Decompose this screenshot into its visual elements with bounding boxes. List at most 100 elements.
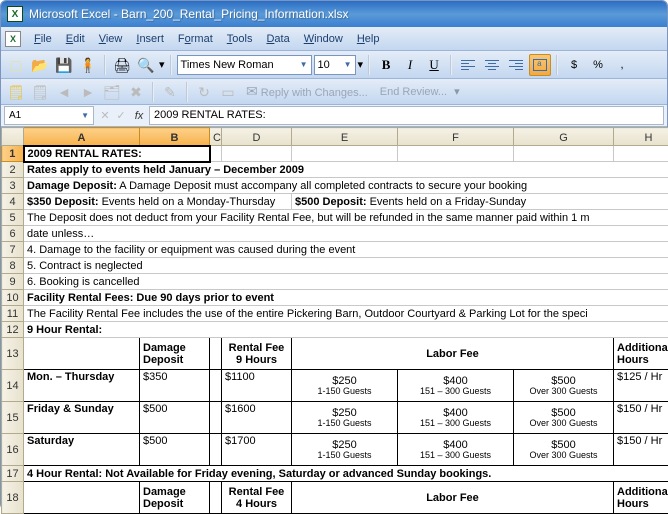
menu-insert[interactable]: Insert — [129, 30, 171, 48]
cell-A16[interactable]: Saturday — [24, 434, 140, 466]
cell-B14[interactable]: $350 — [140, 370, 210, 402]
cell-D13[interactable]: Rental Fee 9 Hours — [222, 338, 292, 370]
row-header[interactable]: 4 — [2, 194, 24, 210]
font-name-select[interactable]: Times New Roman▼ — [177, 55, 312, 75]
overflow-dropdown[interactable]: ▾ — [159, 58, 165, 71]
cell-F14[interactable]: $400151 – 300 Guests — [398, 370, 514, 402]
row-header[interactable]: 3 — [2, 178, 24, 194]
cell-A10[interactable]: Facility Rental Fees: Due 90 days prior … — [24, 290, 668, 306]
cell-A5[interactable]: The Deposit does not deduct from your Fa… — [24, 210, 668, 226]
cell-G14[interactable]: $500Over 300 Guests — [514, 370, 614, 402]
cell-A12[interactable]: 9 Hour Rental: — [24, 322, 668, 338]
fx-icon[interactable]: fx — [129, 106, 149, 125]
col-header-E[interactable]: E — [292, 128, 398, 146]
col-header-F[interactable]: F — [398, 128, 514, 146]
cell-D15[interactable]: $1600 — [222, 402, 292, 434]
permission-button[interactable]: 🧍 — [77, 54, 99, 76]
col-header-D[interactable]: D — [222, 128, 292, 146]
workbook-icon[interactable]: X — [5, 31, 21, 47]
row-header[interactable]: 8 — [2, 258, 24, 274]
cell-H18[interactable]: Additional Hours — [614, 482, 668, 514]
cell-H13[interactable]: Additional Hours — [614, 338, 668, 370]
menu-help[interactable]: Help — [350, 30, 387, 48]
cell-A11[interactable]: The Facility Rental Fee includes the use… — [24, 306, 668, 322]
cell-E15[interactable]: $2501-150 Guests — [292, 402, 398, 434]
row-header[interactable]: 16 — [2, 434, 24, 466]
currency-button[interactable]: $ — [563, 54, 585, 76]
col-header-A[interactable]: A — [24, 128, 140, 146]
bold-button[interactable]: B — [375, 54, 397, 76]
row-header[interactable]: 6 — [2, 226, 24, 242]
row-header[interactable]: 12 — [2, 322, 24, 338]
overflow-dropdown[interactable]: ▾ — [358, 58, 364, 71]
cell-A4[interactable]: $350 Deposit: Events held on a Monday-Th… — [24, 194, 292, 210]
menu-view[interactable]: View — [92, 30, 130, 48]
cell-A8[interactable]: 5. Contract is neglected — [24, 258, 668, 274]
row-header[interactable]: 18 — [2, 482, 24, 514]
accept-change-button[interactable]: ▭ — [217, 81, 239, 103]
row-header[interactable]: 10 — [2, 290, 24, 306]
cell-A18[interactable] — [24, 482, 140, 514]
cell-H16[interactable]: $150 / Hr — [614, 434, 668, 466]
cell-D18[interactable]: Rental Fee 4 Hours — [222, 482, 292, 514]
cell-B15[interactable]: $500 — [140, 402, 210, 434]
prev-comment-button[interactable]: ◄ — [53, 81, 75, 103]
menu-tools[interactable]: Tools — [220, 30, 260, 48]
row-header[interactable]: 14 — [2, 370, 24, 402]
cell-E16[interactable]: $2501-150 Guests — [292, 434, 398, 466]
cell-E14[interactable]: $2501-150 Guests — [292, 370, 398, 402]
print-preview-button[interactable]: 🔍 — [135, 54, 157, 76]
reply-with-changes-button[interactable]: ✉ Reply with Changes... — [241, 84, 373, 99]
merge-center-button[interactable] — [529, 54, 551, 76]
new-comment-button[interactable]: 🗒 — [5, 81, 27, 103]
formula-input[interactable]: 2009 RENTAL RATES: — [149, 106, 664, 125]
cell-H15[interactable]: $150 / Hr — [614, 402, 668, 434]
cell-E18[interactable]: Labor Fee — [292, 482, 614, 514]
row-header[interactable]: 7 — [2, 242, 24, 258]
percent-button[interactable]: % — [587, 54, 609, 76]
align-left-button[interactable] — [457, 54, 479, 76]
menu-file[interactable]: File — [27, 30, 59, 48]
cell-F16[interactable]: $400151 – 300 Guests — [398, 434, 514, 466]
align-right-button[interactable] — [505, 54, 527, 76]
cell-A7[interactable]: 4. Damage to the facility or equipment w… — [24, 242, 668, 258]
save-button[interactable]: 💾 — [53, 54, 75, 76]
ink-button[interactable]: ✎ — [159, 81, 181, 103]
cell-A2[interactable]: Rates apply to events held January – Dec… — [24, 162, 668, 178]
row-header[interactable]: 11 — [2, 306, 24, 322]
font-size-select[interactable]: 10▼ — [314, 55, 356, 75]
cell-A1[interactable]: 2009 RENTAL RATES: — [24, 146, 210, 162]
comma-button[interactable]: , — [611, 54, 633, 76]
cell-G15[interactable]: $500Over 300 Guests — [514, 402, 614, 434]
worksheet-grid[interactable]: A B C D E F G H 1 2009 RENTAL RATES: 2 R… — [1, 127, 668, 514]
col-header-B[interactable]: B — [140, 128, 210, 146]
cell-B16[interactable]: $500 — [140, 434, 210, 466]
row-header[interactable]: 17 — [2, 466, 24, 482]
name-box[interactable]: A1▼ — [4, 106, 94, 125]
select-all-corner[interactable] — [2, 128, 24, 146]
align-center-button[interactable] — [481, 54, 503, 76]
col-header-H[interactable]: H — [614, 128, 668, 146]
menu-window[interactable]: Window — [297, 30, 350, 48]
row-header[interactable]: 9 — [2, 274, 24, 290]
cell-A17[interactable]: 4 Hour Rental: Not Available for Friday … — [24, 466, 668, 482]
cell-H14[interactable]: $125 / Hr — [614, 370, 668, 402]
cell-A3[interactable]: Damage Deposit: A Damage Deposit must ac… — [24, 178, 668, 194]
cell-A15[interactable]: Friday & Sunday — [24, 402, 140, 434]
track-changes-button[interactable]: ↻ — [193, 81, 215, 103]
row-header[interactable]: 15 — [2, 402, 24, 434]
cell-F15[interactable]: $400151 – 300 Guests — [398, 402, 514, 434]
print-button[interactable]: 🖨 — [111, 54, 133, 76]
underline-button[interactable]: U — [423, 54, 445, 76]
cell-A13[interactable] — [24, 338, 140, 370]
col-header-C[interactable]: C — [210, 128, 222, 146]
row-header[interactable]: 1 — [2, 146, 24, 162]
cell-A9[interactable]: 6. Booking is cancelled — [24, 274, 668, 290]
cell-B13[interactable]: Damage Deposit — [140, 338, 210, 370]
show-all-comments-button[interactable]: 🗂 — [101, 81, 123, 103]
cell-B18[interactable]: Damage Deposit — [140, 482, 210, 514]
cell-A6[interactable]: date unless… — [24, 226, 668, 242]
show-comment-button[interactable]: 🗒 — [29, 81, 51, 103]
cell-A14[interactable]: Mon. – Thursday — [24, 370, 140, 402]
menu-edit[interactable]: Edit — [59, 30, 92, 48]
